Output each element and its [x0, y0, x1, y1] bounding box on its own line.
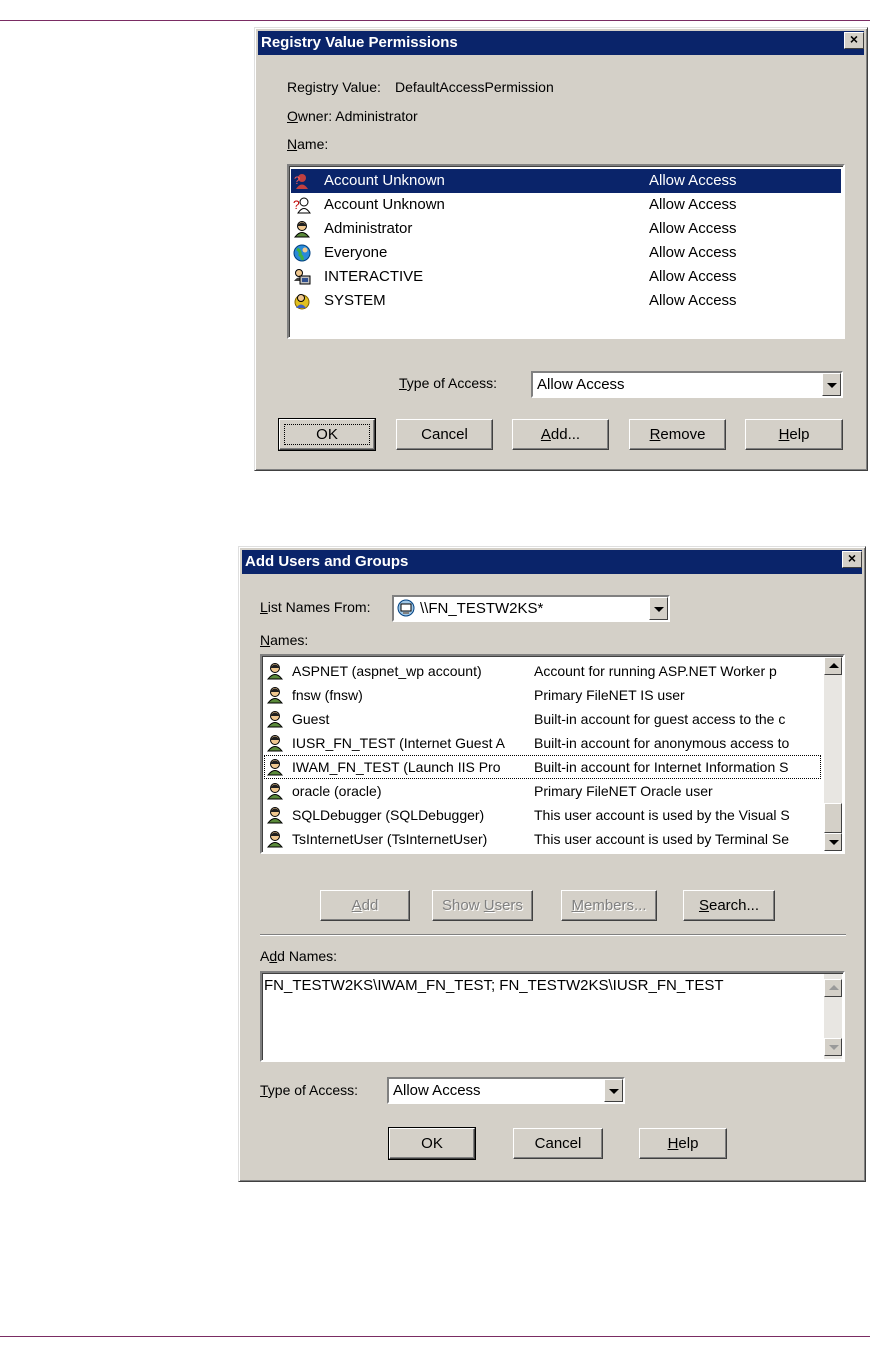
names-scrollbar[interactable] — [824, 657, 842, 851]
type-of-access-select[interactable]: Allow Access — [387, 1077, 625, 1104]
registry-value-permissions-dialog: Registry Value Permissions × Registry Va… — [254, 27, 868, 471]
list-item[interactable]: SYSTEM Allow Access — [291, 289, 841, 313]
list-item[interactable]: TsInternetUser (TsInternetUser) This use… — [264, 827, 821, 851]
names-label: Names: — [260, 632, 309, 648]
owner-label: Owner: Administrator — [287, 108, 418, 124]
chevron-down-icon[interactable] — [604, 1079, 623, 1102]
footer-rule — [0, 1336, 870, 1337]
system-group-icon — [294, 294, 310, 310]
list-item[interactable]: oracle (oracle) Primary FileNET Oracle u… — [264, 779, 821, 803]
registry-value-label: Registry Value: — [287, 79, 381, 95]
help-button[interactable]: Help — [639, 1128, 727, 1159]
owner-value: Administrator — [335, 108, 418, 124]
list-item[interactable]: fnsw (fnsw) Primary FileNET IS user — [264, 683, 821, 707]
list-names-from-select[interactable]: \\FN_TESTW2KS* — [392, 595, 670, 622]
add-names-value: FN_TESTW2KS\IWAM_FN_TEST; FN_TESTW2KS\IU… — [264, 977, 724, 994]
type-of-access-select[interactable]: Allow Access — [531, 371, 843, 398]
ok-button[interactable]: OK — [388, 1127, 476, 1160]
names-list[interactable]: ASPNET (aspnet_wp account) Account for r… — [260, 654, 845, 854]
chevron-down-icon[interactable] — [649, 597, 668, 620]
svg-text:?: ? — [293, 198, 300, 212]
scroll-down-button[interactable] — [824, 1038, 842, 1056]
user-icon — [266, 807, 284, 824]
type-of-access-label: Type of Access: — [399, 375, 498, 391]
cancel-button[interactable]: Cancel — [513, 1128, 603, 1159]
name-label: Name: — [287, 136, 329, 152]
user-icon — [266, 687, 284, 704]
list-item[interactable]: INTERACTIVE Allow Access — [291, 265, 841, 289]
add-button[interactable]: Add... — [512, 419, 609, 450]
globe-group-icon — [293, 244, 311, 262]
list-item[interactable]: IWAM_FN_TEST (Launch IIS Pro Built-in ac… — [264, 755, 821, 779]
permissions-list[interactable]: ? Account Unknown Allow Access ? Account… — [287, 164, 845, 339]
dialog-title: Add Users and Groups — [242, 550, 862, 574]
add-users-and-groups-dialog: Add Users and Groups × List Names From: … — [238, 546, 866, 1182]
scroll-down-button[interactable] — [824, 833, 842, 851]
scroll-up-button[interactable] — [824, 979, 842, 997]
help-button[interactable]: Help — [745, 419, 843, 450]
registry-value-text: DefaultAccessPermission — [395, 79, 554, 95]
show-users-button[interactable]: Show Users — [432, 890, 533, 921]
cancel-button[interactable]: Cancel — [396, 419, 493, 450]
dialog-title: Registry Value Permissions — [258, 31, 864, 55]
unknown-user-icon: ? — [293, 197, 311, 214]
list-item[interactable]: ? Account Unknown Allow Access — [291, 169, 841, 193]
list-item[interactable]: SQLDebugger (SQLDebugger) This user acco… — [264, 803, 821, 827]
list-item[interactable]: Everyone Allow Access — [291, 241, 841, 265]
list-item[interactable]: ASPNET (aspnet_wp account) Account for r… — [264, 659, 821, 683]
list-names-from-label: List Names From: — [260, 599, 371, 615]
unknown-user-icon: ? — [294, 174, 308, 189]
scroll-up-button[interactable] — [824, 657, 842, 675]
svg-text:?: ? — [294, 175, 300, 187]
list-item[interactable]: Administrator Allow Access — [291, 217, 841, 241]
type-of-access-label: Type of Access: — [260, 1082, 359, 1098]
scroll-thumb[interactable] — [824, 803, 842, 833]
add-names-scrollbar[interactable] — [824, 974, 842, 1059]
list-item[interactable]: Guest Built-in account for guest access … — [264, 707, 821, 731]
interactive-group-icon — [294, 269, 311, 285]
separator — [260, 934, 846, 936]
user-icon — [293, 221, 311, 238]
computer-icon — [397, 599, 415, 617]
user-icon — [266, 735, 284, 752]
user-icon — [266, 711, 284, 728]
members-button[interactable]: Members... — [561, 890, 657, 921]
user-icon — [266, 663, 284, 680]
user-icon — [266, 783, 284, 800]
list-item[interactable]: IUSR_FN_TEST (Internet Guest A Built-in … — [264, 731, 821, 755]
add-button[interactable]: Add — [320, 890, 410, 921]
user-icon — [266, 831, 284, 848]
header-rule — [0, 20, 870, 21]
list-item[interactable]: ? Account Unknown Allow Access — [291, 193, 841, 217]
ok-button[interactable]: OK — [278, 418, 376, 451]
search-button[interactable]: Search... — [683, 890, 775, 921]
close-button[interactable]: × — [842, 551, 862, 568]
user-icon — [266, 759, 284, 776]
chevron-down-icon[interactable] — [822, 373, 841, 396]
remove-button[interactable]: Remove — [629, 419, 726, 450]
close-button[interactable]: × — [844, 32, 864, 49]
add-names-label: Add Names: — [260, 948, 338, 964]
add-names-textarea[interactable]: FN_TESTW2KS\IWAM_FN_TEST; FN_TESTW2KS\IU… — [260, 971, 845, 1062]
